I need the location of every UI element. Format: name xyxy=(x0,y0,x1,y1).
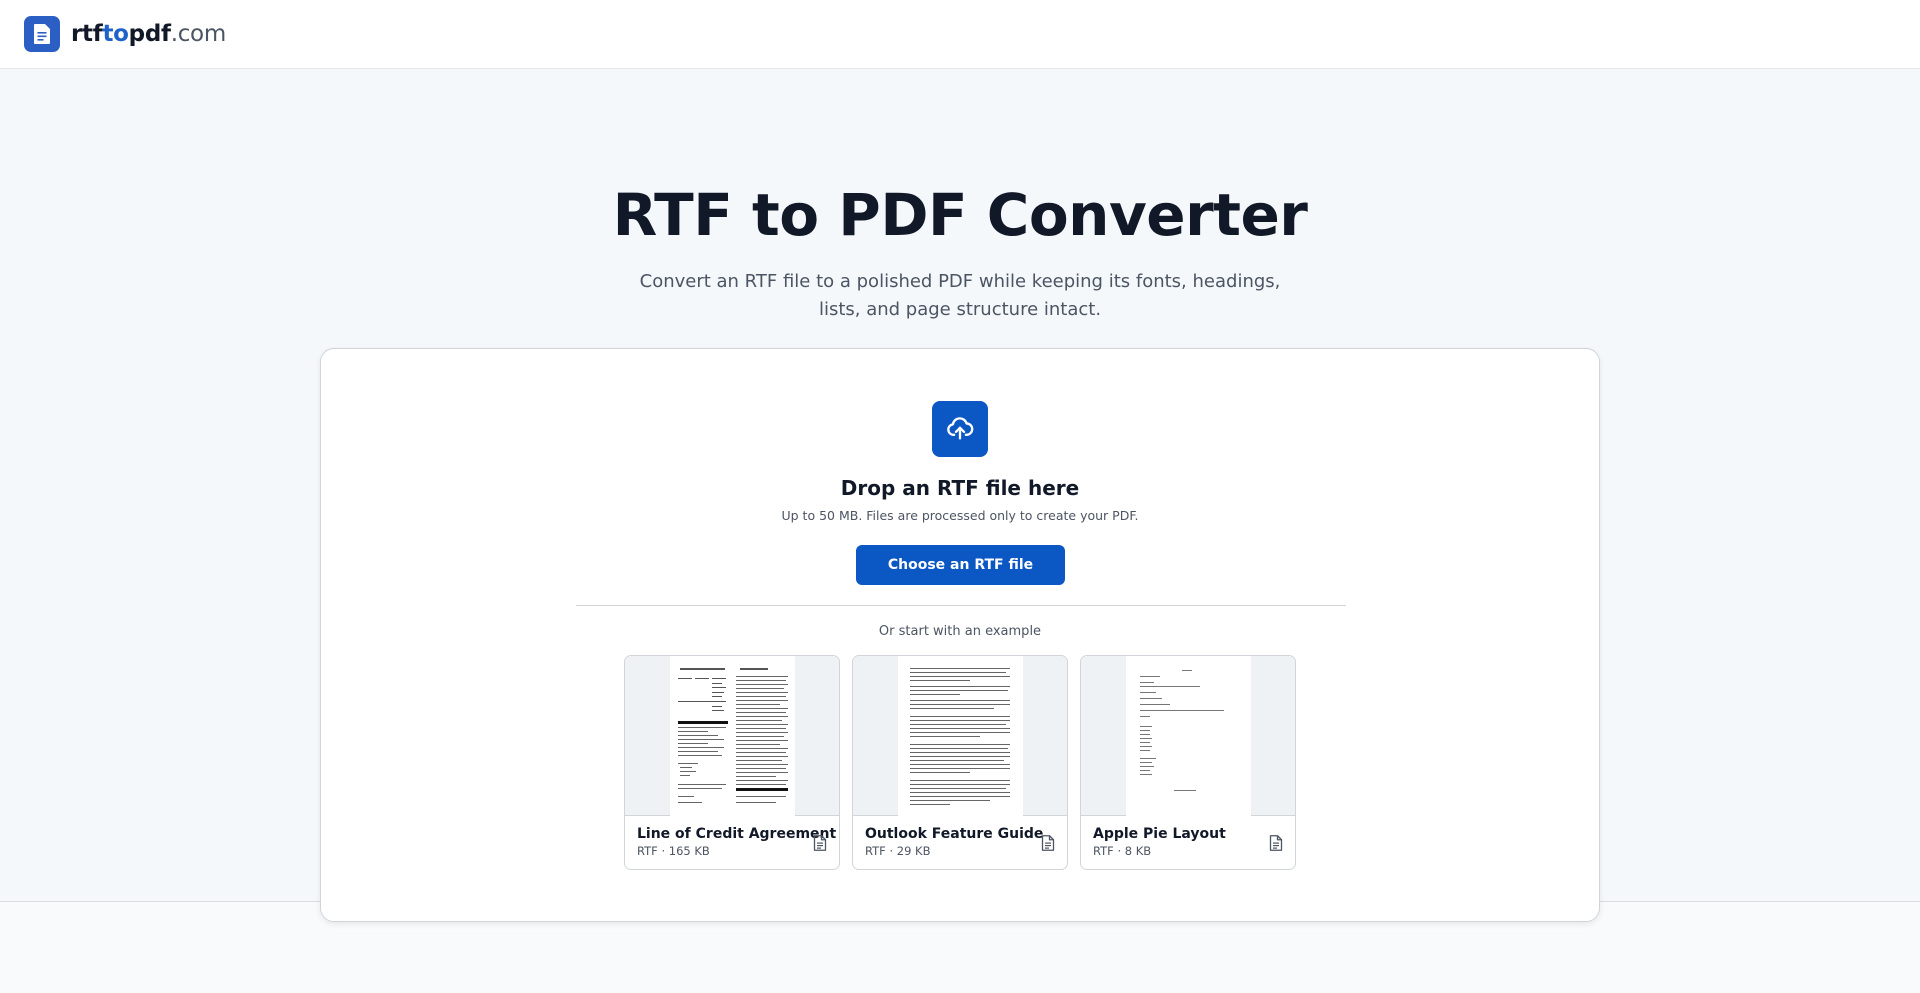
cloud-upload-icon[interactable] xyxy=(932,401,988,457)
logo-part-com: .com xyxy=(170,21,227,47)
example-thumbnail xyxy=(1081,656,1295,816)
example-card-line-of-credit[interactable]: Line of Credit Agreement RTF · 165 KB xyxy=(624,655,840,870)
examples-label: Or start with an example xyxy=(878,624,1042,639)
site-logo[interactable]: rtftopdf.com xyxy=(24,16,226,52)
dropzone-note: Up to 50 MB. Files are processed only to… xyxy=(781,508,1139,523)
file-text-icon xyxy=(1041,835,1055,851)
upload-dropzone[interactable]: Drop an RTF file here Up to 50 MB. Files… xyxy=(320,348,1600,922)
example-thumbnail xyxy=(625,656,839,816)
example-name: Apple Pie Layout xyxy=(1093,826,1226,842)
example-card-outlook-guide[interactable]: Outlook Feature Guide RTF · 29 KB xyxy=(852,655,1068,870)
example-name: Outlook Feature Guide xyxy=(865,826,1044,842)
logo-part-to: to xyxy=(102,21,129,47)
logo-part-pdf: pdf xyxy=(128,21,171,47)
page-subtitle: Convert an RTF file to a polished PDF wh… xyxy=(639,271,1281,320)
file-text-icon xyxy=(1269,835,1283,851)
document-preview xyxy=(897,656,1023,816)
document-preview xyxy=(1125,656,1251,816)
dropzone-title: Drop an RTF file here xyxy=(840,476,1080,500)
logo-part-rtf: rtf xyxy=(71,21,103,47)
example-thumbnail xyxy=(853,656,1067,816)
main-content: RTF to PDF Converter Convert an RTF file… xyxy=(0,69,1920,922)
example-meta: RTF · 8 KB xyxy=(1093,844,1152,858)
example-name: Line of Credit Agreement xyxy=(637,826,837,842)
choose-file-button[interactable]: Choose an RTF file xyxy=(856,545,1065,585)
document-icon xyxy=(24,16,60,52)
file-text-icon xyxy=(813,835,827,851)
site-header: rtftopdf.com xyxy=(0,0,1920,69)
document-preview xyxy=(669,656,795,816)
example-meta: RTF · 165 KB xyxy=(637,844,710,858)
example-card-apple-pie[interactable]: Apple Pie Layout RTF · 8 KB xyxy=(1080,655,1296,870)
example-info: Line of Credit Agreement RTF · 165 KB xyxy=(625,816,839,869)
example-info: Outlook Feature Guide RTF · 29 KB xyxy=(853,816,1067,869)
example-meta: RTF · 29 KB xyxy=(865,844,931,858)
example-list: Line of Credit Agreement RTF · 165 KB Ou… xyxy=(624,655,1296,870)
page-title: RTF to PDF Converter xyxy=(612,181,1308,249)
divider xyxy=(576,605,1346,606)
logo-wordmark: rtftopdf.com xyxy=(71,21,226,47)
example-info: Apple Pie Layout RTF · 8 KB xyxy=(1081,816,1295,869)
